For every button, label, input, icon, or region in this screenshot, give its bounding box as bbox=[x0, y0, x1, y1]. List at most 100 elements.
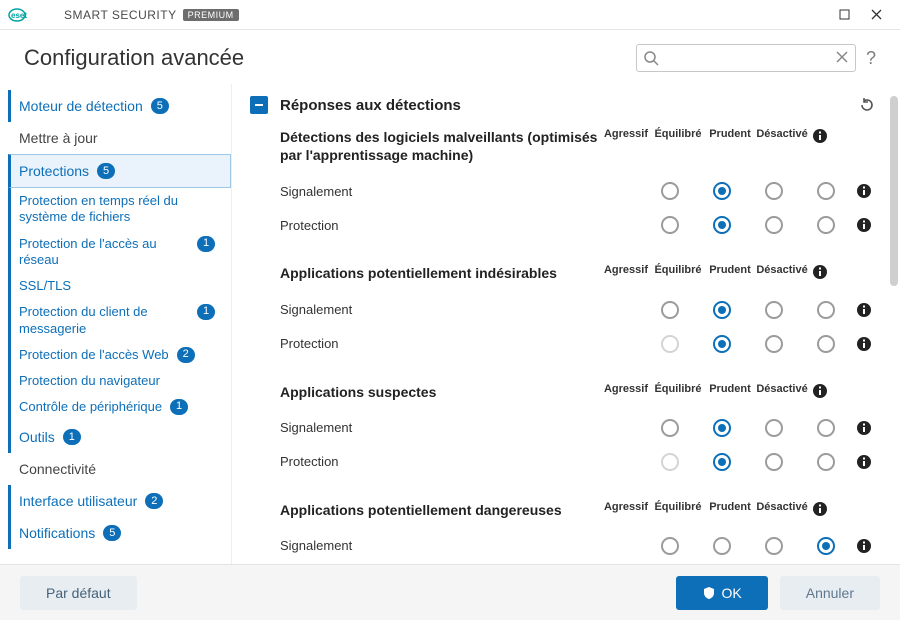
ok-button[interactable]: OK bbox=[676, 576, 768, 610]
radio-option[interactable] bbox=[713, 182, 731, 200]
sidebar-item[interactable]: Protections5 bbox=[8, 154, 231, 188]
section-title: Réponses aux détections bbox=[280, 97, 846, 114]
column-header: Agressif bbox=[600, 128, 652, 140]
sidebar-item-label: Connectivité bbox=[19, 461, 96, 477]
sidebar-item-label: Protection du client de messagerie bbox=[19, 304, 189, 337]
radio-option[interactable] bbox=[765, 301, 783, 319]
radio-option[interactable] bbox=[817, 182, 835, 200]
column-header: Prudent bbox=[704, 383, 756, 395]
radio-option[interactable] bbox=[713, 419, 731, 437]
badge: 5 bbox=[151, 98, 169, 114]
default-button[interactable]: Par défaut bbox=[20, 576, 137, 610]
close-button[interactable] bbox=[860, 3, 892, 27]
info-icon[interactable] bbox=[808, 383, 832, 399]
info-icon[interactable] bbox=[852, 217, 876, 233]
sidebar-item[interactable]: Moteur de détection 5 bbox=[8, 90, 231, 122]
badge: 1 bbox=[63, 429, 81, 445]
radio-option[interactable] bbox=[765, 453, 783, 471]
radio-option[interactable] bbox=[713, 335, 731, 353]
radio-option[interactable] bbox=[817, 216, 835, 234]
radio-option[interactable] bbox=[817, 537, 835, 555]
sidebar-item[interactable]: Outils 1 bbox=[8, 421, 231, 453]
footer: Par défaut OK Annuler bbox=[0, 564, 900, 620]
info-icon[interactable] bbox=[852, 454, 876, 470]
radio-option[interactable] bbox=[661, 182, 679, 200]
radio-option[interactable] bbox=[817, 453, 835, 471]
row-label: Signalement bbox=[280, 184, 644, 199]
info-icon[interactable] bbox=[808, 128, 832, 144]
radio-option[interactable] bbox=[713, 301, 731, 319]
info-icon[interactable] bbox=[852, 336, 876, 352]
info-icon[interactable] bbox=[852, 183, 876, 199]
info-icon[interactable] bbox=[808, 501, 832, 517]
premium-badge: PREMIUM bbox=[183, 9, 239, 21]
radio-option[interactable] bbox=[765, 335, 783, 353]
sidebar-sub-item[interactable]: Protection du client de messagerie1 bbox=[8, 299, 231, 342]
sidebar-item[interactable]: Notifications5 bbox=[8, 517, 231, 549]
settings-group: Applications potentiellement dangereuses… bbox=[280, 501, 876, 563]
ok-button-label: OK bbox=[722, 585, 742, 601]
info-icon[interactable] bbox=[808, 264, 832, 280]
radio-option[interactable] bbox=[765, 537, 783, 555]
sidebar-item-label: Contrôle de périphérique bbox=[19, 399, 162, 415]
scrollbar-thumb[interactable] bbox=[890, 96, 898, 286]
info-icon[interactable] bbox=[852, 420, 876, 436]
sidebar-item[interactable]: Mettre à jour bbox=[8, 122, 231, 154]
radio-option bbox=[661, 453, 679, 471]
scrollbar[interactable] bbox=[890, 96, 898, 592]
reset-section-icon[interactable] bbox=[858, 96, 876, 114]
search-box[interactable] bbox=[636, 44, 856, 72]
column-header: Équilibré bbox=[652, 383, 704, 395]
sidebar-item-label: Protection de l'accès Web bbox=[19, 347, 169, 363]
group-title: Applications suspectes bbox=[280, 383, 600, 401]
settings-row: Signalement bbox=[280, 529, 876, 563]
info-icon[interactable] bbox=[852, 538, 876, 554]
sidebar-item-label: Outils bbox=[19, 429, 55, 445]
sidebar-sub-item[interactable]: Protection du navigateur bbox=[8, 368, 231, 394]
badge: 5 bbox=[97, 163, 115, 179]
sidebar-sub-item[interactable]: Contrôle de périphérique 1 bbox=[8, 394, 231, 420]
radio-option[interactable] bbox=[817, 301, 835, 319]
radio-option[interactable] bbox=[661, 301, 679, 319]
settings-row: Protection bbox=[280, 327, 876, 361]
radio-option[interactable] bbox=[817, 419, 835, 437]
help-icon[interactable]: ? bbox=[866, 48, 876, 69]
sidebar-item[interactable]: Connectivité bbox=[8, 453, 231, 485]
brand: eset SMART SECURITY PREMIUM bbox=[8, 8, 239, 22]
collapse-section-button[interactable] bbox=[250, 96, 268, 114]
column-header: Désactivé bbox=[756, 383, 808, 395]
radio-option[interactable] bbox=[713, 216, 731, 234]
sidebar-item[interactable]: Interface utilisateur2 bbox=[8, 485, 231, 517]
sidebar-sub-item[interactable]: SSL/TLS bbox=[8, 273, 231, 299]
radio-option[interactable] bbox=[765, 216, 783, 234]
sidebar-item-label: Moteur de détection bbox=[19, 98, 143, 114]
radio-option bbox=[661, 335, 679, 353]
svg-text:eset: eset bbox=[11, 11, 27, 20]
sidebar-item-label: SSL/TLS bbox=[19, 278, 71, 294]
radio-option[interactable] bbox=[713, 537, 731, 555]
info-icon[interactable] bbox=[852, 302, 876, 318]
group-title: Applications potentiellement indésirable… bbox=[280, 264, 600, 282]
column-header: Désactivé bbox=[756, 501, 808, 513]
sidebar-sub-item[interactable]: Protection de l'accès Web2 bbox=[8, 342, 231, 368]
settings-group: Détections des logiciels malveillants (o… bbox=[280, 128, 876, 242]
sidebar-sub-item[interactable]: Protection de l'accès au réseau1 bbox=[8, 231, 231, 274]
cancel-button[interactable]: Annuler bbox=[780, 576, 880, 610]
radio-option[interactable] bbox=[661, 419, 679, 437]
eset-logo-icon: eset bbox=[8, 8, 58, 22]
radio-option[interactable] bbox=[661, 537, 679, 555]
maximize-button[interactable] bbox=[828, 3, 860, 27]
sidebar-sub-item[interactable]: Protection en temps réel du système de f… bbox=[8, 188, 231, 231]
radio-option[interactable] bbox=[817, 335, 835, 353]
radio-option[interactable] bbox=[661, 216, 679, 234]
radio-option[interactable] bbox=[765, 419, 783, 437]
column-header: Prudent bbox=[704, 264, 756, 276]
sidebar-item-label: Protection du navigateur bbox=[19, 373, 160, 389]
radio-option[interactable] bbox=[765, 182, 783, 200]
clear-search-icon[interactable] bbox=[835, 50, 849, 64]
page-title: Configuration avancée bbox=[24, 45, 244, 71]
search-input[interactable] bbox=[663, 51, 829, 66]
radio-option[interactable] bbox=[713, 453, 731, 471]
badge: 1 bbox=[170, 399, 188, 415]
product-name: SMART SECURITY bbox=[64, 8, 177, 22]
